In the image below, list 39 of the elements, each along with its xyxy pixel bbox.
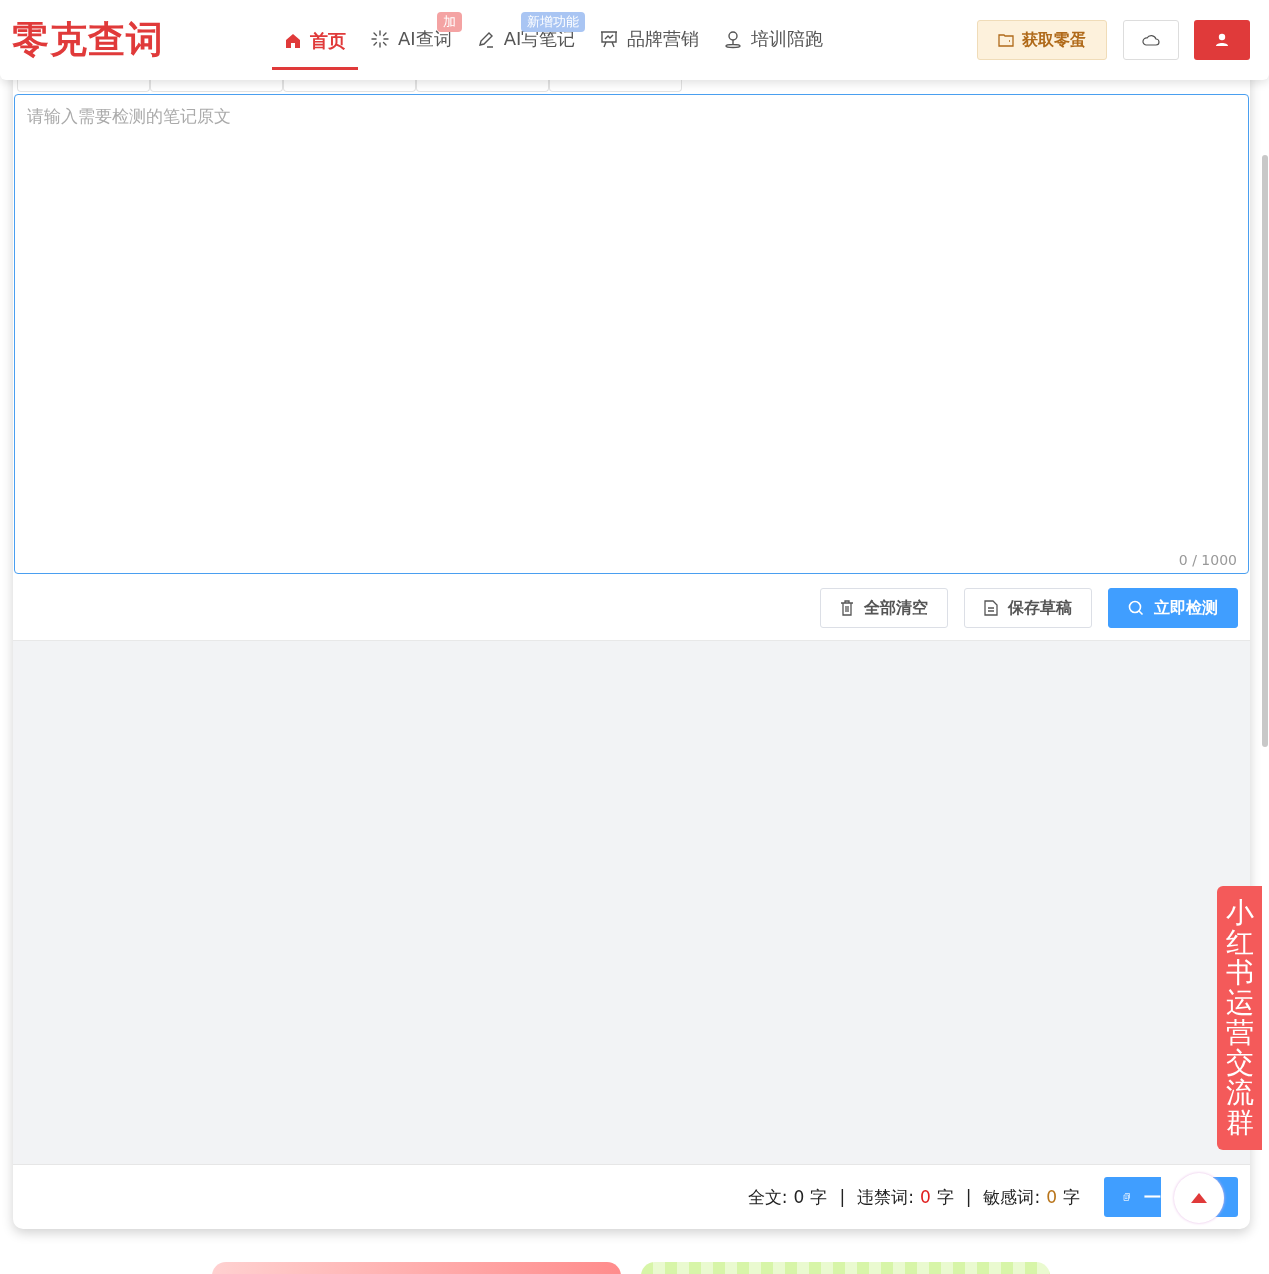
stat-label: 全文: [747,1185,788,1209]
cloud-button[interactable] [1123,20,1179,60]
save-draft-button[interactable]: 保存草稿 [964,588,1092,628]
nav-tab[interactable]: 首页 [272,14,358,70]
tab-stub[interactable] [416,80,549,92]
separator: | [965,1187,972,1207]
sparkle-icon [370,28,390,49]
stat-label: 违禁词: [857,1185,914,1209]
stat-unit: 字 [810,1185,828,1209]
presentation-icon [599,28,620,49]
get-coins-button[interactable]: 获取零蛋 [977,20,1107,60]
nav-badge: 新增功能 [521,12,586,32]
clear-all-button[interactable]: 全部清空 [820,588,948,628]
wallet-icon [998,33,1014,47]
cloud-icon [1142,34,1160,46]
character-counter: 0 / 1000 [1178,552,1237,568]
up-arrow-icon [1191,1193,1207,1203]
scrollbar[interactable] [1262,155,1268,747]
user-button[interactable] [1194,20,1250,60]
stat-count: 0 [919,1187,931,1207]
stat-unit: 字 [1063,1185,1080,1209]
tab-stub[interactable] [283,80,416,92]
document-icon [984,600,998,616]
stat-label: 敏感词: [983,1185,1041,1209]
tab-stub[interactable] [17,80,150,92]
logo: 零克查词 [12,17,165,63]
nav-tab[interactable]: 品牌营销 [587,0,712,80]
search-icon [1128,600,1144,616]
separator: | [839,1187,846,1207]
tab-stub[interactable] [150,80,283,92]
stat-unit: 字 [936,1185,954,1209]
trash-icon [840,600,854,616]
tab-stub[interactable] [549,80,682,92]
nav-tab[interactable]: 培训陪跑 [711,0,836,80]
stat-count: 0 [1046,1187,1057,1207]
back-to-top-button[interactable] [1174,1173,1224,1223]
stat-count: 0 [793,1187,805,1207]
user-icon [1215,33,1229,47]
home-icon [284,31,302,50]
